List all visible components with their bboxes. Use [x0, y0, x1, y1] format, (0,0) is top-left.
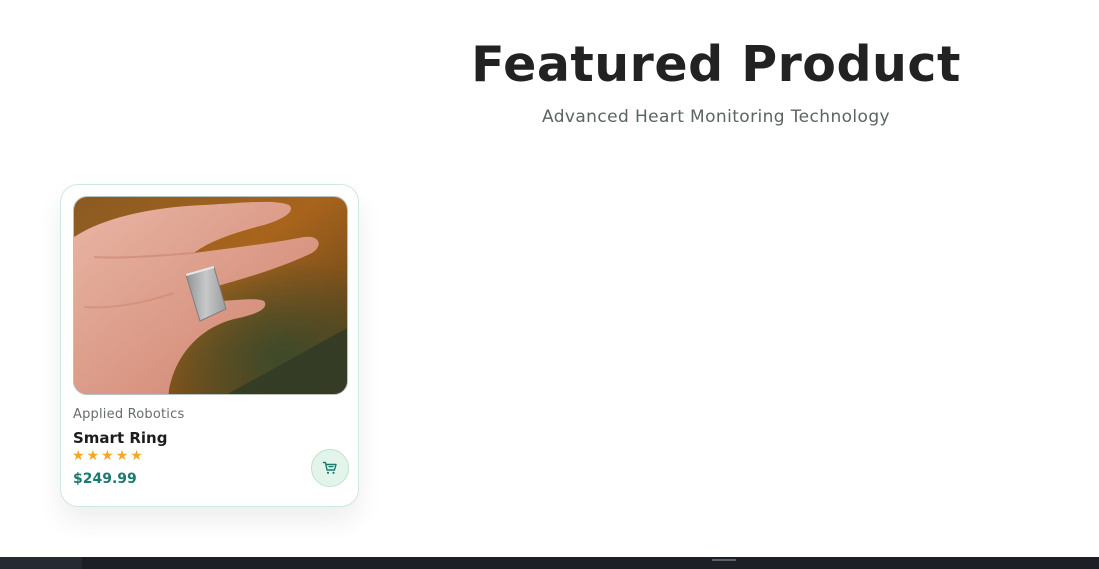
cart-icon — [322, 461, 337, 474]
page-subtitle: Advanced Heart Monitoring Technology — [541, 107, 891, 127]
page-title: Featured Product — [471, 36, 961, 93]
product-photo — [74, 197, 347, 394]
product-price: $249.99 — [73, 471, 137, 487]
star-icon: ★ — [101, 448, 114, 464]
product-image[interactable] — [73, 196, 348, 395]
star-icon: ★ — [72, 448, 85, 464]
product-name[interactable]: Smart Ring — [73, 429, 167, 447]
taskbar-indicator — [712, 559, 736, 561]
add-to-cart-button[interactable] — [311, 449, 349, 487]
taskbar — [0, 557, 1099, 569]
star-icon: ★ — [115, 448, 129, 464]
taskbar-segment — [0, 557, 82, 569]
star-icon: ★ — [86, 448, 100, 464]
star-icon: ★ — [130, 448, 143, 464]
product-brand: Applied Robotics — [73, 407, 185, 422]
product-card[interactable]: Applied Robotics Smart Ring ★ ★ ★ ★ ★ $2… — [60, 184, 359, 507]
star-rating: ★ ★ ★ ★ ★ — [72, 448, 143, 464]
